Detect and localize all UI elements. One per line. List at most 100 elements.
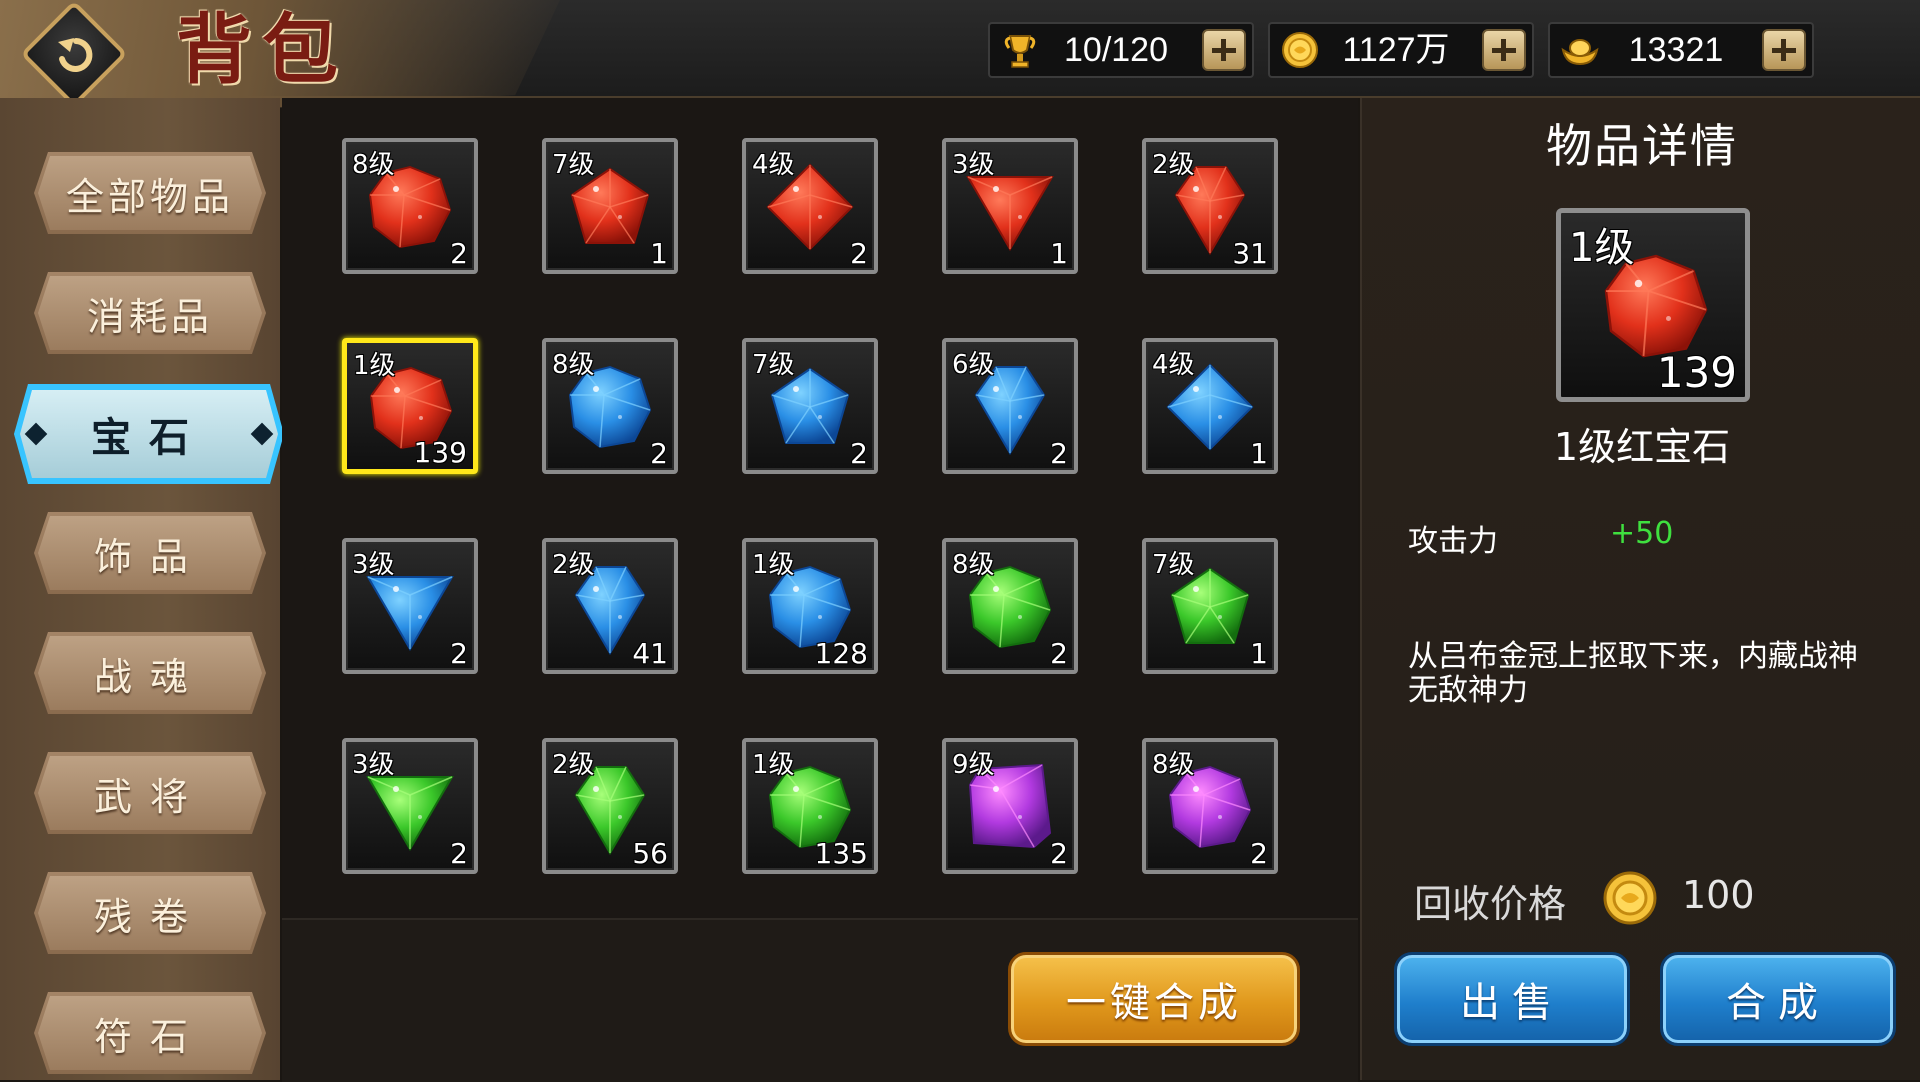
gem-slot[interactable]: 8级 2 <box>342 138 478 274</box>
gem-level: 9级 <box>952 750 995 780</box>
tab-label: 战魂 <box>93 654 206 699</box>
back-arrow-icon <box>40 20 108 88</box>
item-description: 从吕布金冠上抠取下来，内藏战神无敌神力 <box>1408 639 1858 708</box>
tab-label: 消耗品 <box>86 294 213 339</box>
gem-count: 2 <box>1050 437 1068 470</box>
gem-level: 8级 <box>1152 750 1195 780</box>
tab-gems[interactable]: 宝石 <box>14 384 284 484</box>
stat-value: +50 <box>1610 516 1674 551</box>
merge-button[interactable]: 合成 <box>1660 952 1896 1046</box>
gem-count: 2 <box>1050 637 1068 670</box>
gem-grid: 8级 2 7级 1 4级 2 3级 1 2级 31 1级 139 8级 2 7级… <box>282 98 1358 918</box>
sell-label: 出售 <box>1460 980 1564 1026</box>
item-level: 1级 <box>1569 225 1635 271</box>
gem-slot[interactable]: 1级 135 <box>742 738 878 874</box>
gem-level: 7级 <box>552 150 595 180</box>
tab-generals[interactable]: 武将 <box>34 752 266 834</box>
gold-coin-icon <box>1602 870 1658 926</box>
gem-level: 1级 <box>353 351 396 381</box>
recycle-price-label: 回收价格 <box>1414 882 1567 926</box>
tab-label: 饰品 <box>93 534 206 579</box>
gem-count: 2 <box>1050 837 1068 870</box>
gem-level: 2级 <box>552 550 595 580</box>
page-title: 背包 <box>176 5 348 94</box>
merge-all-label: 一键合成 <box>1066 980 1242 1026</box>
gem-level: 2级 <box>552 750 595 780</box>
gem-slot[interactable]: 9级 2 <box>942 738 1078 874</box>
tab-fragments[interactable]: 残卷 <box>34 872 266 954</box>
tab-label: 符石 <box>93 1014 206 1059</box>
tab-all-items[interactable]: 全部物品 <box>34 152 266 234</box>
gold-coin-icon <box>1280 30 1320 70</box>
gem-count: 2 <box>450 637 468 670</box>
merge-all-button[interactable]: 一键合成 <box>1008 952 1300 1046</box>
merge-label: 合成 <box>1726 980 1830 1026</box>
gem-level: 7级 <box>752 350 795 380</box>
tab-rune-stones[interactable]: 符石 <box>34 992 266 1074</box>
sell-button[interactable]: 出售 <box>1394 952 1630 1046</box>
gem-slot[interactable]: 4级 2 <box>742 138 878 274</box>
gem-count: 2 <box>1250 837 1268 870</box>
gem-slot[interactable]: 8级 2 <box>942 538 1078 674</box>
recycle-price-value: 100 <box>1682 873 1755 917</box>
gem-level: 4级 <box>752 150 795 180</box>
gem-level: 8级 <box>952 550 995 580</box>
gem-slot[interactable]: 1级 139 <box>342 338 478 474</box>
gem-count: 2 <box>850 437 868 470</box>
gem-slot[interactable]: 3级 1 <box>942 138 1078 274</box>
gem-count: 135 <box>814 837 868 870</box>
gem-slot[interactable]: 2级 41 <box>542 538 678 674</box>
stat-label: 攻击力 <box>1408 524 1498 559</box>
add-ingot-button[interactable] <box>1762 29 1806 71</box>
trophy-icon <box>1000 30 1040 70</box>
gem-slot[interactable]: 1级 128 <box>742 538 878 674</box>
gem-slot[interactable]: 6级 2 <box>942 338 1078 474</box>
gem-count: 2 <box>850 237 868 270</box>
gem-count: 2 <box>450 237 468 270</box>
gem-level: 1级 <box>752 750 795 780</box>
gem-count: 139 <box>413 436 467 469</box>
gold-value: 1127万 <box>1342 31 1450 69</box>
gem-count: 41 <box>632 637 668 670</box>
gem-count: 2 <box>450 837 468 870</box>
tab-label: 全部物品 <box>65 174 234 219</box>
gem-slot[interactable]: 7级 2 <box>742 338 878 474</box>
gold-ingot-icon <box>1560 30 1600 70</box>
gem-level: 8级 <box>552 350 595 380</box>
gem-count: 128 <box>814 637 868 670</box>
ingot-resource: 13321 <box>1548 22 1814 78</box>
gem-level: 3级 <box>352 750 395 780</box>
gem-count: 31 <box>1232 237 1268 270</box>
gem-level: 1级 <box>752 550 795 580</box>
gem-slot[interactable]: 3级 2 <box>342 538 478 674</box>
gem-level: 8级 <box>352 150 395 180</box>
tab-consumables[interactable]: 消耗品 <box>34 272 266 354</box>
stamina-value: 10/120 <box>1064 31 1168 69</box>
gem-level: 3级 <box>952 150 995 180</box>
gold-resource: 1127万 <box>1268 22 1534 78</box>
gem-count: 1 <box>1050 237 1068 270</box>
selected-item-icon: 1级 139 <box>1556 208 1750 402</box>
tab-label: 残卷 <box>93 894 206 939</box>
add-gold-button[interactable] <box>1482 29 1526 71</box>
item-detail-panel: 物品详情 1级 139 1级红宝石 攻击力 +50 从吕布金冠上抠取下来，内藏战… <box>1360 98 1920 1080</box>
gem-slot[interactable]: 7级 1 <box>1142 538 1278 674</box>
add-stamina-button[interactable] <box>1202 29 1246 71</box>
tab-war-souls[interactable]: 战魂 <box>34 632 266 714</box>
gem-slot[interactable]: 2级 56 <box>542 738 678 874</box>
stamina-resource: 10/120 <box>988 22 1254 78</box>
tab-accessories[interactable]: 饰品 <box>34 512 266 594</box>
gem-level: 4级 <box>1152 350 1195 380</box>
item-name: 1级红宝石 <box>1553 425 1731 469</box>
gem-level: 7级 <box>1152 550 1195 580</box>
gem-slot[interactable]: 4级 1 <box>1142 338 1278 474</box>
gem-slot[interactable]: 3级 2 <box>342 738 478 874</box>
gem-slot[interactable]: 8级 2 <box>1142 738 1278 874</box>
gem-level: 3级 <box>352 550 395 580</box>
gem-count: 1 <box>1250 637 1268 670</box>
gem-slot[interactable]: 7级 1 <box>542 138 678 274</box>
gem-slot[interactable]: 2级 31 <box>1142 138 1278 274</box>
gem-count: 1 <box>650 237 668 270</box>
gem-count: 1 <box>1250 437 1268 470</box>
gem-slot[interactable]: 8级 2 <box>542 338 678 474</box>
